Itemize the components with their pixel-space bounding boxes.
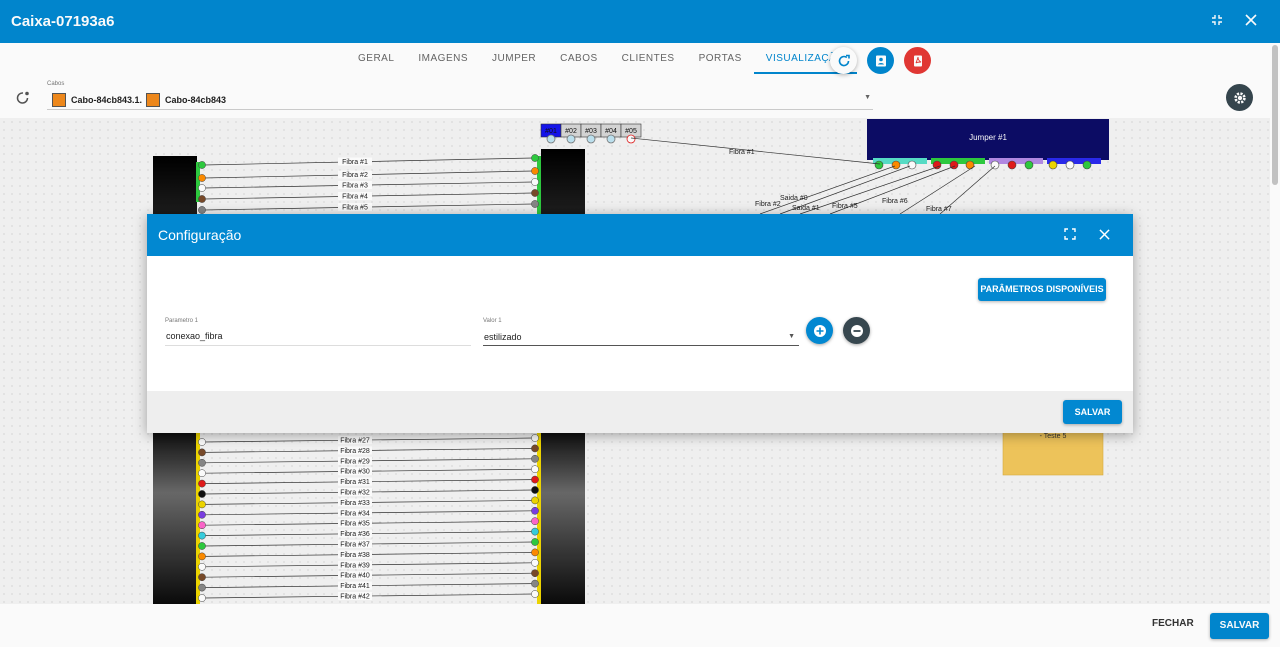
available-params-button[interactable]: PARÂMETROS DISPONÍVEIS — [978, 278, 1106, 301]
close-icon[interactable] — [1095, 227, 1113, 245]
param-input[interactable]: conexao_fibra — [165, 328, 471, 346]
dialog-footer: SALVAR — [147, 391, 1133, 433]
dialog-title: Configuração — [158, 227, 242, 243]
value-select[interactable]: estilizado ▼ — [483, 328, 799, 346]
param-label: Parametro 1 — [165, 318, 199, 324]
value-selected: estilizado — [484, 332, 522, 342]
plus-circle-icon — [813, 324, 826, 337]
minus-circle-icon — [850, 324, 863, 337]
add-param-button[interactable] — [806, 317, 833, 344]
dialog-save-button[interactable]: SALVAR — [1063, 400, 1122, 424]
value-label: Valor 1 — [483, 318, 502, 324]
chevron-down-icon: ▼ — [788, 333, 795, 340]
remove-param-button[interactable] — [843, 317, 870, 344]
config-dialog: Configuração PARÂMETROS DISPONÍVEIS Para… — [147, 214, 1133, 433]
param-value: conexao_fibra — [166, 331, 223, 341]
fullscreen-icon[interactable] — [1061, 227, 1079, 245]
dialog-header: Configuração — [147, 214, 1133, 256]
